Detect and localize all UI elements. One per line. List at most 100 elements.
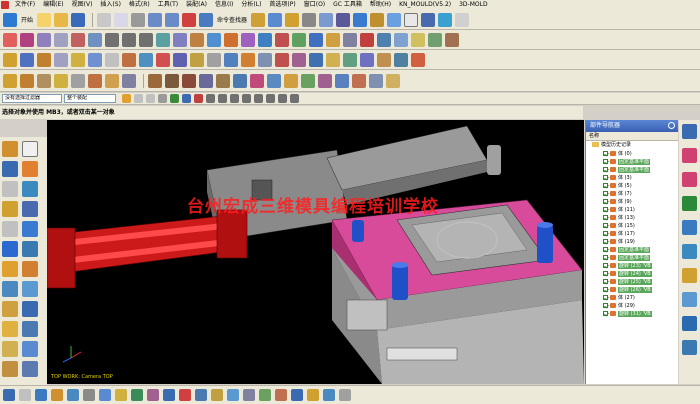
arc-icon[interactable] [20, 32, 34, 47]
feature-node[interactable]: 体 (17) [586, 230, 678, 238]
trimmed-sheet-icon[interactable] [352, 73, 366, 88]
sphere-icon[interactable] [54, 73, 68, 88]
groove-icon[interactable] [122, 52, 136, 67]
trim-mold-icon[interactable] [22, 321, 38, 337]
visibility-checkbox-icon[interactable] [603, 271, 608, 276]
menu-view[interactable]: 视图(V) [68, 0, 97, 10]
fit-icon[interactable] [285, 12, 300, 27]
project-curve-icon[interactable] [258, 32, 272, 47]
patch-icon[interactable] [377, 52, 391, 67]
visibility-checkbox-icon[interactable] [603, 215, 608, 220]
history-icon[interactable] [2, 161, 18, 177]
cut-icon[interactable] [97, 12, 112, 27]
feature-node[interactable]: 体 (5) [586, 182, 678, 190]
zoom-icon[interactable] [302, 12, 317, 27]
feature-node[interactable]: 旋转 (23) 'VB [586, 262, 678, 270]
control-point-icon[interactable] [278, 94, 287, 103]
pocket-tool-icon[interactable] [2, 341, 18, 357]
hole-icon[interactable] [37, 52, 51, 67]
wedge-icon[interactable] [105, 73, 119, 88]
visibility-checkbox-icon[interactable] [603, 199, 608, 204]
curve-icon[interactable] [54, 32, 68, 47]
smooth-spline-icon[interactable] [428, 32, 442, 47]
replace-face-icon[interactable] [394, 52, 408, 67]
center-snap-icon[interactable] [194, 94, 203, 103]
point-on-face-icon[interactable] [254, 94, 263, 103]
split-body-icon[interactable] [275, 52, 289, 67]
helix-icon[interactable] [156, 32, 170, 47]
mirror-icon[interactable] [309, 52, 323, 67]
ellipse-icon[interactable] [139, 32, 153, 47]
ribbon-icon-19[interactable] [291, 389, 303, 401]
edit-curve-icon[interactable] [394, 32, 408, 47]
menu-kn-mould[interactable]: KN_MOULD(V5.2) [395, 0, 455, 10]
ribbon-icon-11[interactable] [163, 389, 175, 401]
quadrant-snap-icon[interactable] [206, 94, 215, 103]
feature-node[interactable]: 固定基准平面 [586, 158, 678, 166]
intersection-snap-icon[interactable] [218, 94, 227, 103]
command-finder-icon[interactable] [199, 12, 214, 27]
thicken-icon[interactable] [343, 52, 357, 67]
undo-icon[interactable] [148, 12, 163, 27]
arc-center-icon[interactable] [266, 94, 275, 103]
arrow-curve-icon[interactable] [148, 73, 162, 88]
draft-icon[interactable] [241, 52, 255, 67]
resource-history-icon[interactable] [682, 244, 697, 259]
visibility-checkbox-icon[interactable] [603, 239, 608, 244]
cavity-layout-icon[interactable] [22, 201, 38, 217]
visibility-checkbox-icon[interactable] [603, 151, 608, 156]
visibility-checkbox-icon[interactable] [603, 207, 608, 212]
navigator-column-header[interactable]: 名称 [586, 132, 678, 141]
roles-icon[interactable] [22, 181, 38, 197]
ribbon-icon-4[interactable] [51, 389, 63, 401]
visibility-checkbox-icon[interactable] [603, 279, 608, 284]
resource-web-icon[interactable] [682, 220, 697, 235]
trim-body-icon[interactable] [258, 52, 272, 67]
ribbon-icon-1[interactable] [3, 389, 15, 401]
law-curve-icon[interactable] [173, 32, 187, 47]
extract-curve-icon[interactable] [309, 32, 323, 47]
intersect-icon[interactable] [173, 52, 187, 67]
ribbon-icon-10[interactable] [147, 389, 159, 401]
resource-help-icon[interactable] [682, 340, 697, 355]
save-icon[interactable] [71, 12, 86, 27]
tangent-snap-icon[interactable] [290, 94, 299, 103]
feature-node[interactable]: 体 (7) [586, 190, 678, 198]
flip-icon[interactable] [199, 73, 213, 88]
menu-assembly[interactable]: 装配(A) [182, 0, 211, 10]
visibility-checkbox-icon[interactable] [603, 183, 608, 188]
point-on-curve-icon[interactable] [242, 94, 251, 103]
gate-icon[interactable] [22, 281, 38, 297]
more-tools-icon[interactable] [455, 12, 470, 27]
feature-node[interactable]: 体 (19) [586, 238, 678, 246]
boss-icon[interactable] [54, 52, 68, 67]
ejector-pin-icon[interactable] [2, 261, 18, 277]
resource-system-icon[interactable] [682, 268, 697, 283]
ribbon-icon-3[interactable] [35, 389, 47, 401]
start-icon[interactable] [3, 12, 17, 27]
ribbon-icon-8[interactable] [115, 389, 127, 401]
deselect-icon[interactable] [158, 94, 167, 103]
ribbon-icon-2[interactable] [19, 389, 31, 401]
new-file-icon[interactable] [37, 12, 52, 27]
revolve-icon[interactable] [20, 52, 34, 67]
rotate-icon[interactable] [336, 12, 351, 27]
subtract-icon[interactable] [156, 52, 170, 67]
studio-surface-icon[interactable] [301, 73, 315, 88]
command-finder-button[interactable]: 命令查找器 [217, 15, 247, 24]
sub-insert-icon[interactable] [2, 281, 18, 297]
feature-node[interactable]: 体 (9) [586, 198, 678, 206]
feature-node[interactable]: 旋转 (31) 'VB [586, 310, 678, 318]
feature-node[interactable]: 体 (0) [586, 150, 678, 158]
layer-icon[interactable] [421, 12, 436, 27]
pad-icon[interactable] [88, 52, 102, 67]
menu-analysis[interactable]: 分析(L) [237, 0, 265, 10]
type-filter-dropdown[interactable]: 没有选择过滤器 [2, 94, 62, 103]
visibility-checkbox-icon[interactable] [603, 167, 608, 172]
visibility-checkbox-icon[interactable] [603, 263, 608, 268]
cylinder-icon[interactable] [20, 73, 34, 88]
menu-edit[interactable]: 编辑(E) [39, 0, 67, 10]
face-blend-icon[interactable] [386, 73, 400, 88]
slider-lifter-icon[interactable] [22, 261, 38, 277]
selection-icon[interactable] [251, 12, 266, 27]
